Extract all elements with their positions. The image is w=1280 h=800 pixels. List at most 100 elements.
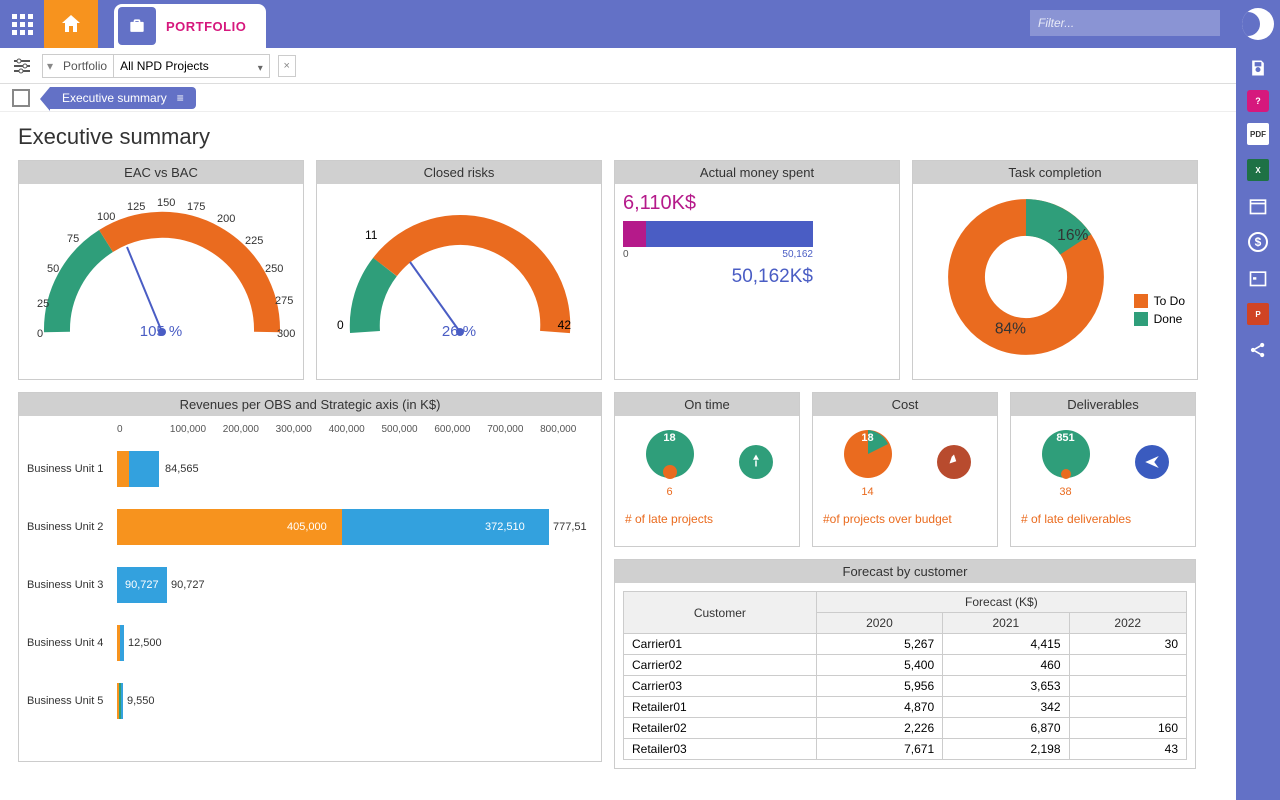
home-icon[interactable] <box>44 0 98 48</box>
col-customer: Customer <box>624 592 817 634</box>
kpi-subtitle: # of late deliverables <box>1011 508 1195 530</box>
svg-text:300: 300 <box>277 328 295 340</box>
top-header: PORTFOLIO <box>0 0 1280 48</box>
bar-label: Business Unit 3 <box>27 579 117 591</box>
summary-row-1: EAC vs BAC 0 25 50 75 100 125 150 175 20… <box>18 160 1218 380</box>
send-icon <box>1135 445 1169 479</box>
schedule-icon[interactable] <box>1244 264 1272 292</box>
table-row: Carrier015,2674,41530 <box>624 634 1187 655</box>
table-row: Carrier025,400460 <box>624 655 1187 676</box>
bar-row: Business Unit 184,565 <box>27 445 593 493</box>
card-title: On time <box>615 393 799 416</box>
portfolio-label: Portfolio <box>57 55 114 77</box>
svg-text:84%: 84% <box>995 321 1026 338</box>
filter-settings-icon[interactable] <box>12 57 34 75</box>
money-main-value: 6,110K$ <box>623 192 891 215</box>
donut-task: 16% 84% <box>941 192 1111 362</box>
tab-label: PORTFOLIO <box>166 19 246 34</box>
table-row: Retailer037,6712,19843 <box>624 739 1187 760</box>
card-forecast: Forecast by customer Customer Forecast (… <box>614 559 1196 769</box>
svg-text:125: 125 <box>127 201 145 213</box>
gauge-value: 105 % <box>140 323 183 340</box>
table-row: Carrier035,9563,653 <box>624 676 1187 697</box>
money-bar <box>623 221 813 247</box>
share-icon[interactable] <box>1244 336 1272 364</box>
panel-toggle-icon[interactable] <box>12 89 30 107</box>
save-icon[interactable] <box>1244 54 1272 82</box>
tab-portfolio[interactable]: PORTFOLIO <box>114 4 266 48</box>
apps-menu-icon[interactable] <box>0 0 44 48</box>
kpi-donut: 851 <box>1038 426 1094 482</box>
card-title: Actual money spent <box>615 161 899 184</box>
card-closed-risks: Closed risks 0 11 42 26 % <box>316 160 602 380</box>
kpi-donut: 18 <box>840 426 896 482</box>
gauge-max: 42 <box>558 318 571 332</box>
chevron-down-icon: ▾ <box>258 63 263 74</box>
export-powerpoint-icon[interactable]: P <box>1244 300 1272 328</box>
bar-label: Business Unit 5 <box>27 695 117 707</box>
right-sidebar: ? PDF X $ P <box>1236 0 1280 800</box>
breadcrumb-tab[interactable]: Executive summary ≡ <box>50 87 196 109</box>
forecast-table: Customer Forecast (K$) 2020 2021 2022 Ca… <box>623 591 1187 760</box>
bar-label: Business Unit 4 <box>27 637 117 649</box>
bar-label: Business Unit 2 <box>27 521 117 533</box>
breadcrumb-row: Executive summary ≡ <box>0 84 1280 112</box>
svg-text:0: 0 <box>37 328 43 340</box>
svg-text:275: 275 <box>275 295 293 307</box>
col-forecast: Forecast (K$) <box>816 592 1186 613</box>
svg-text:25: 25 <box>37 298 49 310</box>
breadcrumb-menu-icon[interactable]: ≡ <box>177 91 184 105</box>
portfolio-selector[interactable]: ▾ Portfolio All NPD Projects▾ <box>42 54 270 78</box>
table-row: Retailer022,2266,870160 <box>624 718 1187 739</box>
page-title: Executive summary <box>18 124 1218 150</box>
card-task-completion: Task completion 16% 84% To Do Done <box>912 160 1198 380</box>
kpi-donut: 18 <box>642 426 698 482</box>
gauge-value: 26 % <box>442 323 476 340</box>
gauge-min: 11 <box>365 228 377 242</box>
portfolio-value: All NPD Projects <box>120 59 209 73</box>
currency-icon[interactable]: $ <box>1244 228 1272 256</box>
kpi-subtitle: #of projects over budget <box>813 508 997 530</box>
card-kpi-cost: Cost 18 14 #of projects <box>812 392 998 547</box>
card-kpi-ontime: On time 18 6 # of late p <box>614 392 800 547</box>
clear-filter-button[interactable]: × <box>278 55 296 77</box>
table-row: Retailer014,870342 <box>624 697 1187 718</box>
briefcase-icon <box>118 7 156 45</box>
card-eac-vs-bac: EAC vs BAC 0 25 50 75 100 125 150 175 20… <box>18 160 304 380</box>
filter-input[interactable] <box>1030 10 1220 36</box>
compass-icon <box>937 445 971 479</box>
svg-text:200: 200 <box>217 213 235 225</box>
clock-icon <box>739 445 773 479</box>
sub-toolbar: ▾ Portfolio All NPD Projects▾ × <box>0 48 1280 84</box>
svg-text:250: 250 <box>265 263 283 275</box>
svg-text:16%: 16% <box>1057 227 1088 244</box>
card-money-spent: Actual money spent 6,110K$ 0 50,162 50,1… <box>614 160 900 380</box>
svg-text:175: 175 <box>187 201 205 213</box>
export-pdf-icon[interactable]: PDF <box>1244 120 1272 148</box>
breadcrumb-label: Executive summary <box>62 91 167 105</box>
card-title: Task completion <box>913 161 1197 184</box>
bar-label: Business Unit 1 <box>27 463 117 475</box>
summary-row-2: Revenues per OBS and Strategic axis (in … <box>18 392 1218 769</box>
bar-row: Business Unit 390,72790,727 <box>27 561 593 609</box>
gauge-min-zero: 0 <box>337 318 344 332</box>
card-revenues: Revenues per OBS and Strategic axis (in … <box>18 392 602 762</box>
card-title: Cost <box>813 393 997 416</box>
card-kpi-deliverables: Deliverables 851 38 # of <box>1010 392 1196 547</box>
donut-legend: To Do Done <box>1134 294 1185 330</box>
bar-row: Business Unit 2405,000372,510777,51 <box>27 503 593 551</box>
card-title: Forecast by customer <box>615 560 1195 583</box>
right-column: On time 18 6 # of late p <box>614 392 1196 769</box>
card-title: EAC vs BAC <box>19 161 303 184</box>
export-excel-icon[interactable]: X <box>1244 156 1272 184</box>
kpi-subtitle: # of late projects <box>615 508 799 530</box>
svg-text:225: 225 <box>245 235 263 247</box>
help-icon[interactable]: ? <box>1247 90 1269 112</box>
card-title: Deliverables <box>1011 393 1195 416</box>
main-content: Executive summary EAC vs BAC 0 25 50 75 … <box>0 112 1236 800</box>
brand-logo-icon[interactable] <box>1242 8 1274 40</box>
svg-text:75: 75 <box>67 233 79 245</box>
calendar-icon[interactable] <box>1244 192 1272 220</box>
bar-row: Business Unit 59,550 <box>27 677 593 725</box>
money-scale: 0 50,162 <box>623 249 813 260</box>
